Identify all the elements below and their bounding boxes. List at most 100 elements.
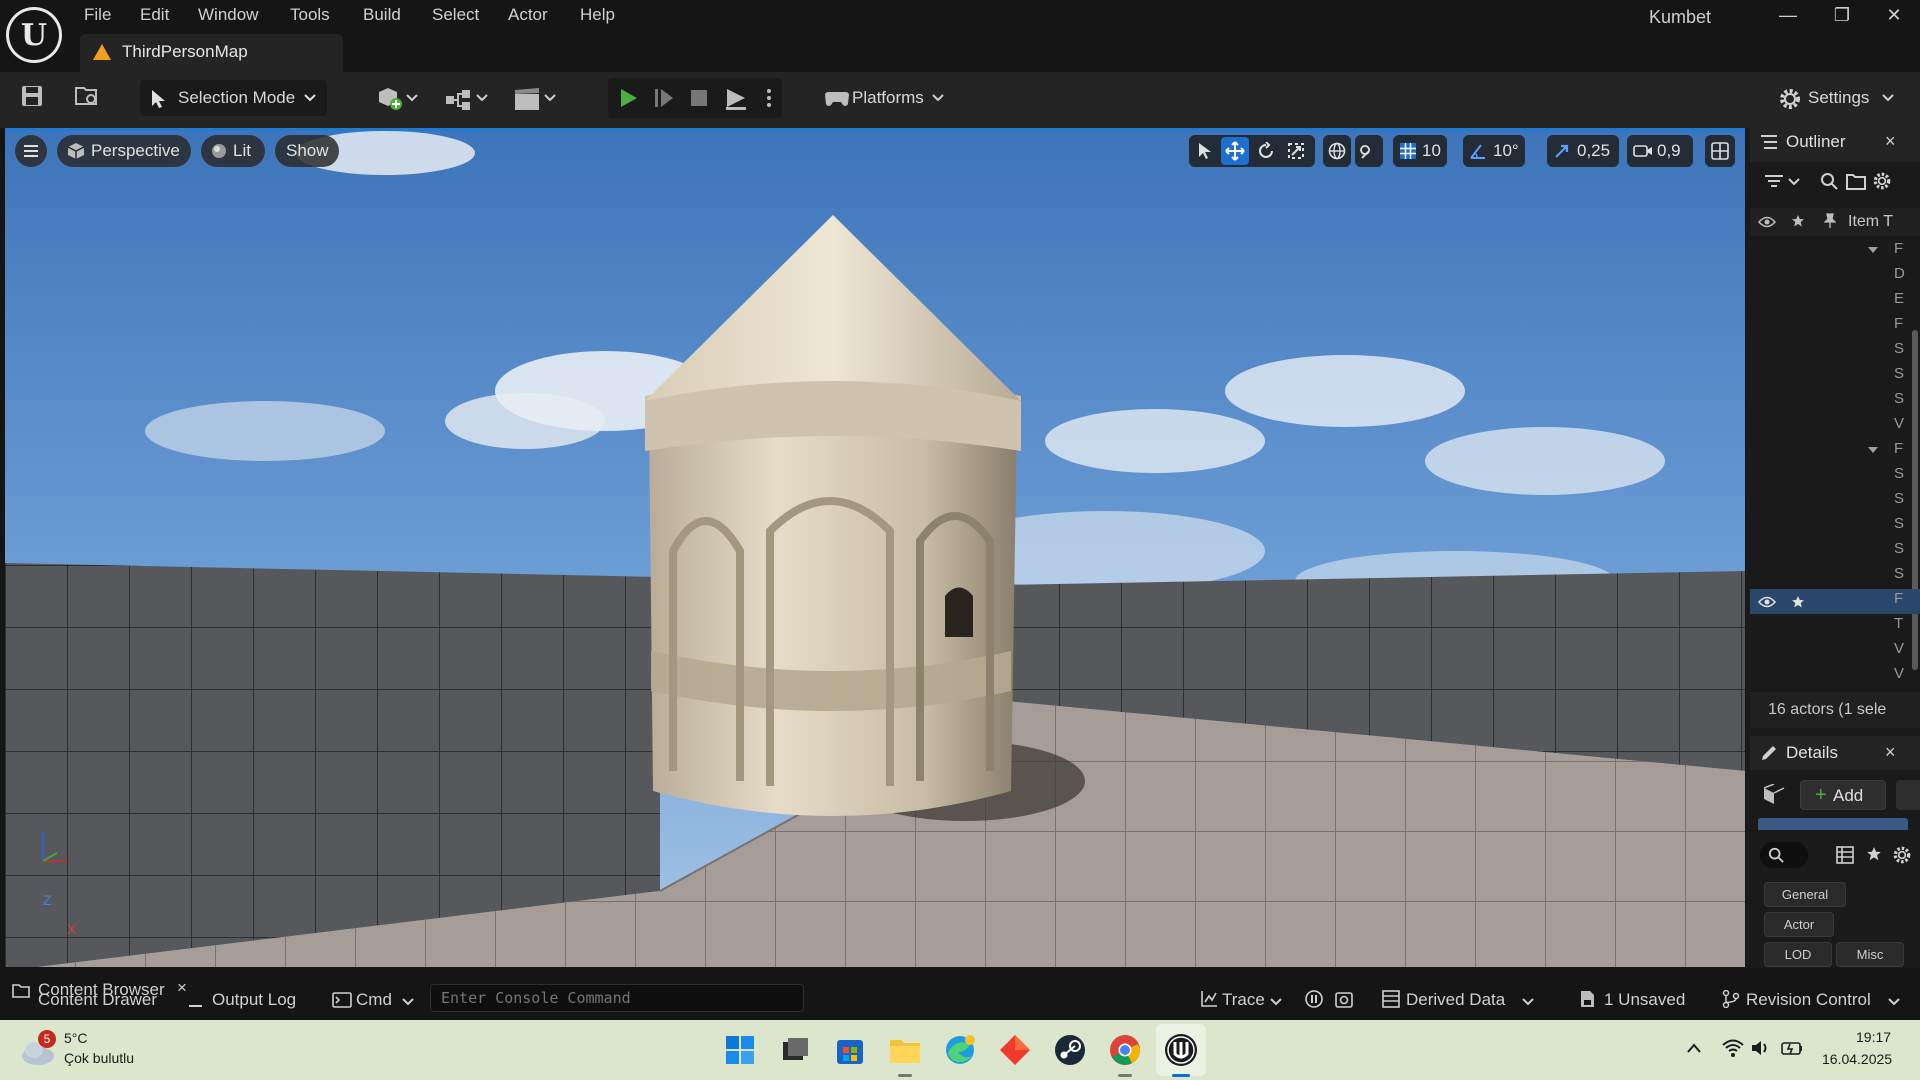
level-viewport[interactable]: Z X Perspective Lit Show 10 10° 0,25 0,9 — [5, 128, 1745, 967]
console-command-input[interactable] — [430, 984, 804, 1012]
chevron-up-icon[interactable] — [1686, 1042, 1702, 1054]
add-actor-icon[interactable] — [376, 86, 406, 112]
settings-dropdown[interactable]: Settings — [1770, 80, 1900, 116]
unreal-engine-icon[interactable] — [1161, 1030, 1201, 1070]
star-icon[interactable] — [1791, 214, 1805, 228]
list-item[interactable]: V — [1894, 415, 1904, 432]
surface-snapping-button[interactable] — [1355, 135, 1383, 167]
chrome-icon[interactable] — [1105, 1030, 1145, 1070]
eye-icon[interactable] — [1758, 216, 1776, 228]
star-icon[interactable] — [1791, 595, 1805, 609]
expand-arrow-icon[interactable] — [1867, 246, 1879, 254]
save-icon[interactable] — [20, 84, 44, 108]
scale-tool-icon[interactable] — [1287, 142, 1305, 160]
menu-actor[interactable]: Actor — [508, 4, 548, 26]
wifi-icon[interactable] — [1722, 1038, 1744, 1058]
platforms-dropdown[interactable]: Platforms — [810, 80, 960, 116]
unreal-logo-icon[interactable]: U — [6, 7, 62, 63]
restore-button[interactable]: ❐ — [1822, 2, 1862, 28]
clock-date[interactable]: 16.04.2025 — [1822, 1051, 1892, 1067]
close-window-button[interactable]: ✕ — [1874, 2, 1914, 28]
details-tab[interactable]: Details × — [1750, 736, 1920, 770]
camera-speed-button[interactable]: 0,9 — [1627, 135, 1693, 167]
list-item[interactable]: T — [1894, 615, 1903, 632]
tab-third-person-map[interactable]: ThirdPersonMap — [80, 34, 343, 72]
menu-build[interactable]: Build — [363, 4, 401, 26]
viewport-layout-button[interactable] — [1705, 135, 1735, 167]
outliner-scrollbar[interactable] — [1912, 330, 1918, 670]
unsaved-button[interactable]: 1 Unsaved — [1604, 990, 1685, 1010]
cinematics-icon[interactable] — [512, 86, 542, 112]
grid-snap-button[interactable]: 10 — [1393, 135, 1447, 167]
search-icon[interactable] — [1820, 172, 1838, 190]
advance-frame-icon[interactable] — [654, 88, 674, 108]
derived-data-dropdown[interactable]: Derived Data — [1406, 990, 1505, 1010]
clock-time[interactable]: 19:17 — [1856, 1029, 1891, 1045]
list-item[interactable]: F — [1894, 440, 1903, 457]
chevron-down-icon[interactable] — [544, 94, 556, 102]
star-icon[interactable] — [1866, 846, 1882, 862]
outliner-close-button[interactable]: × — [1885, 131, 1896, 152]
pin-icon[interactable] — [1824, 213, 1836, 229]
list-item[interactable]: S — [1894, 365, 1904, 382]
list-item[interactable]: F — [1894, 240, 1903, 257]
volume-icon[interactable] — [1750, 1038, 1772, 1058]
list-item[interactable]: S — [1894, 390, 1904, 407]
stop-icon[interactable] — [690, 89, 708, 107]
component-tree-item[interactable] — [1758, 818, 1908, 830]
selection-mode-dropdown[interactable]: Selection Mode — [140, 80, 327, 116]
world-local-toggle[interactable] — [1323, 135, 1351, 167]
list-item[interactable]: F — [1894, 315, 1903, 332]
perspective-button[interactable]: Perspective — [57, 135, 191, 167]
gear-icon[interactable] — [1892, 845, 1912, 865]
chevron-down-icon[interactable] — [1788, 178, 1800, 186]
content-browser-icon[interactable] — [74, 84, 100, 108]
translate-tool-button[interactable] — [1221, 137, 1249, 165]
list-item[interactable]: E — [1894, 290, 1904, 307]
category-general[interactable]: General — [1764, 882, 1846, 907]
output-log-button[interactable]: Output Log — [212, 990, 296, 1010]
category-misc[interactable]: Misc — [1836, 942, 1904, 967]
gear-icon[interactable] — [1872, 171, 1892, 191]
new-folder-icon[interactable] — [1846, 172, 1866, 190]
lit-button[interactable]: Lit — [201, 135, 265, 167]
chevron-down-icon[interactable] — [402, 998, 414, 1006]
task-view-icon[interactable] — [775, 1030, 815, 1070]
viewport-menu-button[interactable] — [15, 135, 47, 167]
details-close-button[interactable]: × — [1885, 742, 1896, 763]
store-icon[interactable] — [830, 1030, 870, 1070]
battery-icon[interactable] — [1780, 1038, 1804, 1058]
list-item[interactable]: S — [1894, 490, 1904, 507]
category-lod[interactable]: LOD — [1764, 942, 1832, 967]
list-item[interactable]: V — [1894, 640, 1904, 657]
trace-dropdown[interactable]: Trace — [1222, 990, 1265, 1010]
menu-select[interactable]: Select — [432, 4, 479, 26]
menu-file[interactable]: File — [84, 4, 111, 26]
table-view-icon[interactable] — [1836, 846, 1854, 864]
content-drawer-button[interactable]: Content Drawer — [38, 990, 157, 1010]
edge-icon[interactable] — [940, 1030, 980, 1070]
revision-control-dropdown[interactable]: Revision Control — [1746, 990, 1871, 1010]
list-item[interactable]: V — [1894, 665, 1904, 682]
menu-tools[interactable]: Tools — [290, 4, 330, 26]
list-item[interactable]: S — [1894, 565, 1904, 582]
app-diamond-icon[interactable] — [995, 1030, 1035, 1070]
record-icon[interactable] — [1304, 989, 1324, 1009]
more-options-icon[interactable] — [766, 88, 772, 108]
rotate-tool-icon[interactable] — [1257, 142, 1275, 160]
expand-arrow-icon[interactable] — [1867, 446, 1879, 454]
select-tool-icon[interactable] — [1197, 142, 1213, 160]
windows-start-icon[interactable] — [720, 1030, 760, 1070]
chevron-down-icon[interactable] — [1888, 998, 1900, 1006]
scale-snap-button[interactable]: 0,25 — [1547, 135, 1619, 167]
list-item[interactable]: D — [1894, 265, 1905, 282]
list-item[interactable]: S — [1894, 515, 1904, 532]
list-item[interactable]: S — [1894, 540, 1904, 557]
details-search-input[interactable] — [1760, 842, 1808, 868]
chevron-down-icon[interactable] — [406, 94, 418, 102]
minimize-button[interactable]: — — [1768, 2, 1808, 28]
menu-edit[interactable]: Edit — [140, 4, 169, 26]
menu-window[interactable]: Window — [198, 4, 258, 26]
play-icon[interactable] — [618, 88, 638, 108]
chevron-down-icon[interactable] — [1522, 998, 1534, 1006]
